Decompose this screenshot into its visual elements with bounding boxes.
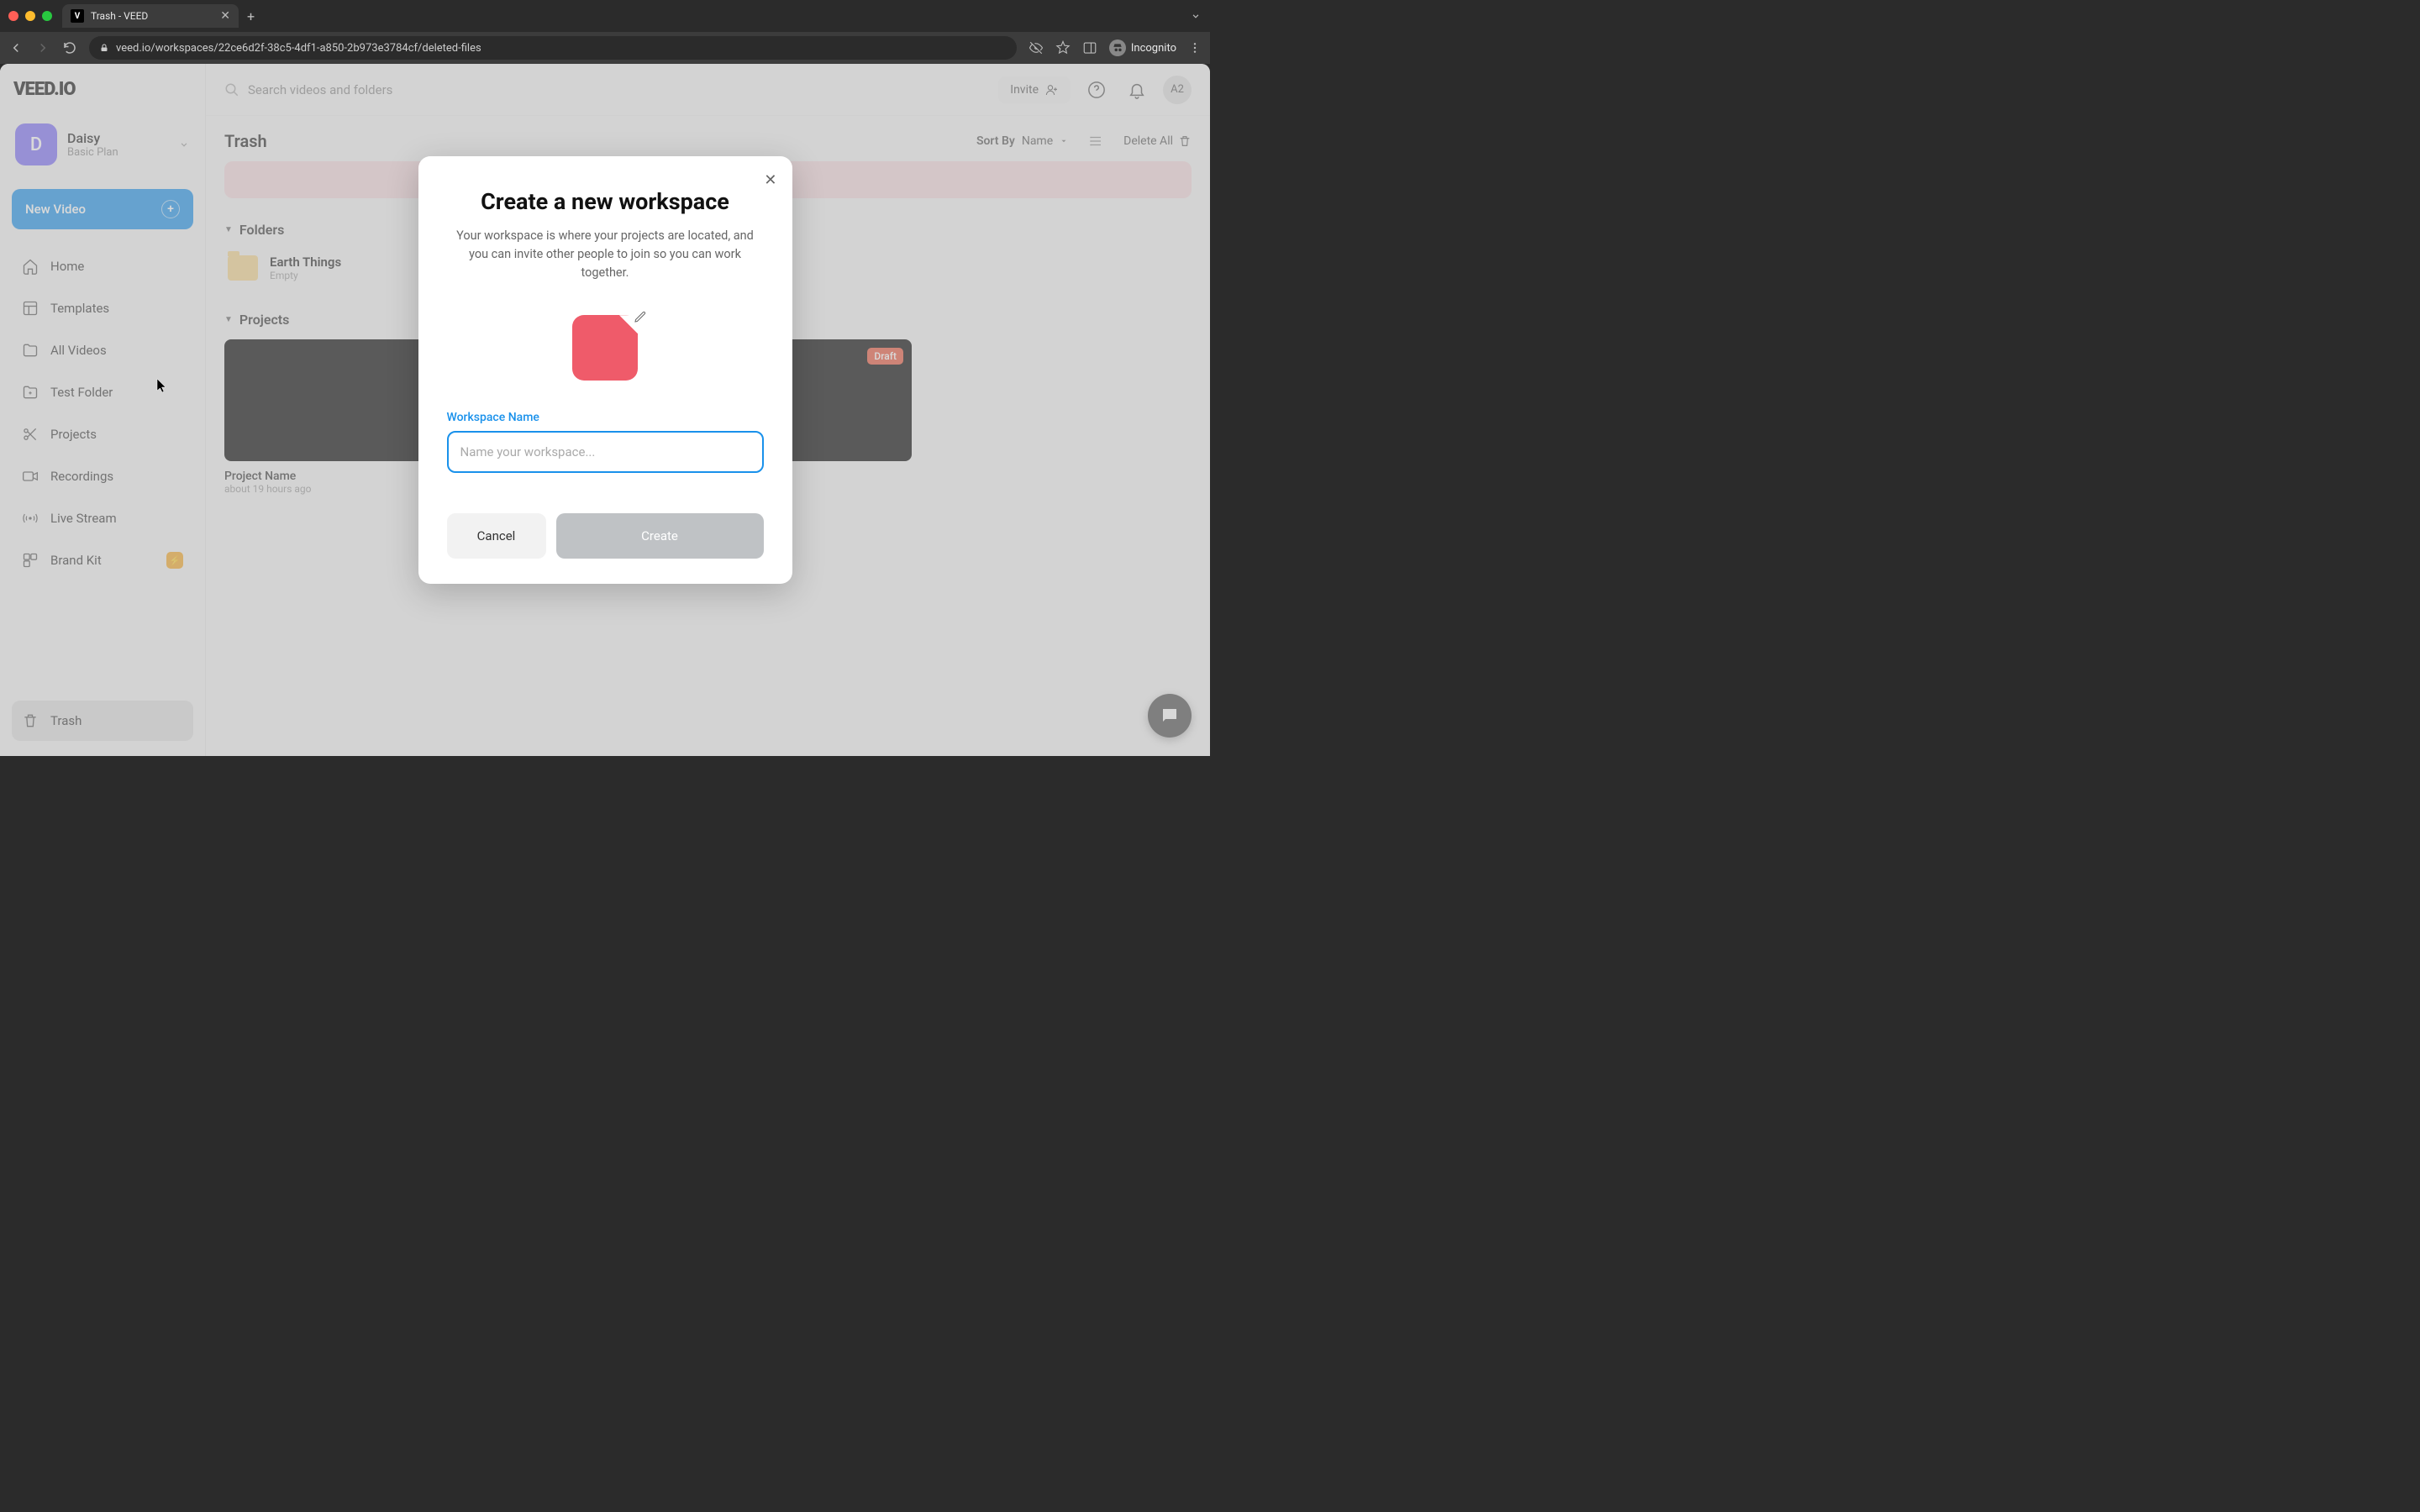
tab-bar: V Trash - VEED ✕ + — [0, 0, 1210, 32]
address-bar[interactable]: veed.io/workspaces/22ce6d2f-38c5-4df1-a8… — [89, 36, 1017, 60]
browser-chrome: V Trash - VEED ✕ + veed.io/workspaces/22… — [0, 0, 1210, 64]
create-workspace-modal: ✕ Create a new workspace Your workspace … — [418, 156, 792, 584]
url-text: veed.io/workspaces/22ce6d2f-38c5-4df1-a8… — [116, 42, 481, 55]
tab-close-button[interactable]: ✕ — [220, 9, 230, 23]
incognito-icon — [1109, 39, 1126, 56]
reload-button[interactable] — [62, 40, 77, 55]
close-window-button[interactable] — [8, 11, 18, 21]
workspace-name-input[interactable] — [447, 431, 764, 473]
close-button[interactable]: ✕ — [764, 171, 776, 189]
create-button[interactable]: Create — [556, 513, 764, 559]
workspace-color-preview — [447, 315, 764, 381]
lock-icon — [99, 43, 109, 53]
cancel-button[interactable]: Cancel — [447, 513, 546, 559]
forward-button[interactable] — [35, 40, 50, 55]
pencil-icon[interactable] — [634, 310, 647, 323]
cursor-icon — [156, 378, 168, 393]
incognito-label: Incognito — [1131, 42, 1176, 55]
new-tab-button[interactable]: + — [247, 8, 255, 24]
browser-tab[interactable]: V Trash - VEED ✕ — [62, 4, 239, 28]
workspace-name-label: Workspace Name — [447, 411, 764, 424]
maximize-window-button[interactable] — [42, 11, 52, 21]
incognito-indicator[interactable]: Incognito — [1109, 39, 1176, 56]
url-actions: Incognito — [1028, 39, 1202, 56]
kebab-menu-icon[interactable] — [1188, 41, 1202, 55]
panel-icon[interactable] — [1082, 40, 1097, 55]
modal-title: Create a new workspace — [447, 188, 764, 215]
back-button[interactable] — [8, 40, 24, 55]
app-viewport: VEED.IO D Daisy Basic Plan New Video + H… — [0, 64, 1210, 756]
tab-title: Trash - VEED — [91, 10, 213, 22]
minimize-window-button[interactable] — [25, 11, 35, 21]
tabs-dropdown[interactable] — [1190, 10, 1202, 22]
modal-description: Your workspace is where your projects ar… — [447, 227, 764, 281]
modal-actions: Cancel Create — [447, 513, 764, 559]
window-controls — [8, 11, 52, 21]
modal-overlay[interactable]: ✕ Create a new workspace Your workspace … — [0, 64, 1210, 756]
workspace-color-swatch[interactable] — [572, 315, 638, 381]
tab-favicon: V — [71, 9, 84, 23]
star-icon[interactable] — [1055, 40, 1071, 55]
url-bar: veed.io/workspaces/22ce6d2f-38c5-4df1-a8… — [0, 32, 1210, 64]
eye-off-icon[interactable] — [1028, 40, 1044, 55]
